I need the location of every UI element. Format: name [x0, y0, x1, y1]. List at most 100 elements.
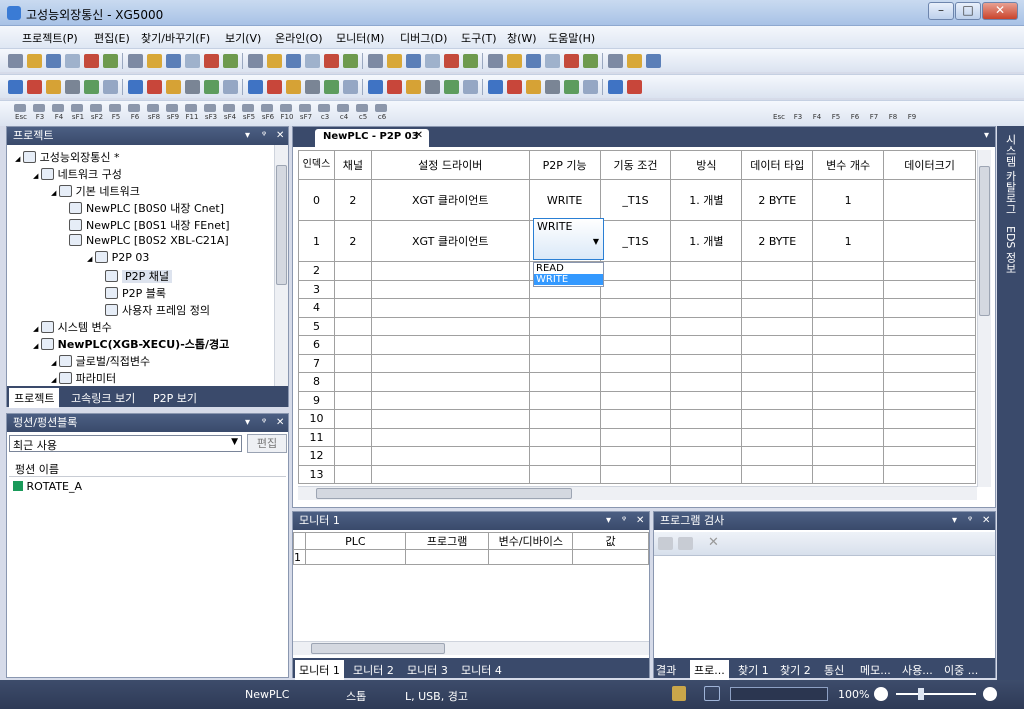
toolbar-button-icon[interactable] — [343, 80, 358, 94]
table-cell[interactable] — [812, 261, 885, 281]
table-cell[interactable] — [883, 390, 976, 410]
tab-monitor-2[interactable]: 모니터 2 — [353, 662, 394, 678]
table-row[interactable]: 6 — [298, 335, 976, 355]
table-cell[interactable] — [528, 316, 601, 336]
toolbar-button-icon[interactable] — [627, 80, 642, 94]
table-cell[interactable]: 4 — [298, 298, 335, 318]
table-row[interactable]: 13 — [298, 464, 976, 484]
ladder-tool-f5[interactable]: F5 — [827, 113, 845, 122]
close-icon[interactable]: ✕ — [982, 512, 990, 530]
table-cell[interactable]: 1 — [812, 220, 885, 262]
tree-node[interactable]: ◢ NewPLC(XGB-XECU)-스톱/경고 — [33, 336, 229, 352]
zoom-out-icon[interactable] — [874, 687, 888, 701]
toolbar-button-icon[interactable] — [305, 80, 320, 94]
table-cell[interactable] — [812, 279, 885, 299]
table-cell[interactable] — [741, 335, 814, 355]
check-tab[interactable]: 사용... — [902, 662, 933, 678]
table-cell[interactable] — [599, 298, 672, 318]
view-mode-buttons[interactable] — [730, 687, 828, 701]
table-cell[interactable] — [670, 298, 743, 318]
pin-icon[interactable]: ᵠ — [262, 127, 266, 145]
menu-view[interactable]: 보기(V) — [225, 30, 261, 46]
toolbar-button-icon[interactable] — [444, 80, 459, 94]
table-cell[interactable] — [528, 409, 601, 429]
table-cell[interactable] — [528, 298, 601, 318]
check-tab[interactable]: 이중 ... — [944, 662, 978, 678]
menu-project[interactable]: 프로젝트(P) — [22, 30, 78, 46]
tree-node[interactable]: NewPLC [B0S0 내장 Cnet] — [69, 200, 224, 216]
table-cell[interactable] — [333, 353, 372, 373]
table-cell[interactable] — [599, 335, 672, 355]
ladder-tool-icon[interactable] — [318, 104, 330, 112]
ladder-tool-f9[interactable]: F9 — [903, 113, 921, 122]
table-cell[interactable] — [599, 353, 672, 373]
table-cell[interactable] — [333, 390, 372, 410]
toolbar-button-icon[interactable] — [387, 80, 402, 94]
table-cell[interactable] — [370, 353, 530, 373]
ladder-tool-icon[interactable] — [128, 104, 140, 112]
ladder-tool-icon[interactable] — [147, 104, 159, 112]
table-cell[interactable]: 6 — [298, 335, 335, 355]
tree-expand-icon[interactable]: ◢ — [33, 325, 41, 333]
ladder-tool-sf2[interactable]: sF2 — [88, 113, 106, 122]
table-cell[interactable] — [670, 390, 743, 410]
tree-node[interactable]: P2P 블록 — [105, 285, 166, 301]
toolbar-button-icon[interactable] — [463, 54, 478, 68]
toolbar-button-icon[interactable] — [46, 80, 61, 94]
toolbar-button-icon[interactable] — [545, 54, 560, 68]
tree-node[interactable]: ◢ P2P 03 — [87, 251, 149, 264]
zoom-slider[interactable] — [896, 693, 976, 695]
table-cell[interactable]: 9 — [298, 390, 335, 410]
close-icon[interactable]: ✕ — [276, 414, 284, 432]
table-cell[interactable]: 3 — [298, 279, 335, 299]
p2p-function-combo[interactable]: WRITE ▼ — [533, 218, 604, 260]
dropdown-option-write[interactable]: WRITE — [534, 274, 603, 285]
ladder-tool-c3[interactable]: c3 — [316, 113, 334, 122]
monitor-cell[interactable] — [488, 549, 574, 565]
tree-node[interactable]: ◢ 네트워크 구성 — [33, 166, 122, 182]
table-cell[interactable] — [741, 390, 814, 410]
table-cell[interactable] — [370, 427, 530, 447]
tree-expand-icon[interactable]: ◢ — [51, 359, 59, 367]
tree-expand-icon[interactable]: ◢ — [15, 155, 23, 163]
table-cell[interactable]: 12 — [298, 446, 335, 466]
ladder-tool-icon[interactable] — [204, 104, 216, 112]
toolbar-button-icon[interactable] — [444, 54, 459, 68]
table-cell[interactable] — [883, 464, 976, 484]
table-cell[interactable] — [883, 179, 976, 221]
toolbar-button-icon[interactable] — [286, 80, 301, 94]
column-header[interactable]: 인덱스 — [298, 150, 335, 180]
toolbar-button-icon[interactable] — [185, 54, 200, 68]
scrollbar-thumb[interactable] — [311, 643, 445, 654]
table-cell[interactable] — [528, 372, 601, 392]
editor-hscrollbar[interactable] — [298, 486, 977, 500]
table-row[interactable]: 4 — [298, 298, 976, 318]
table-cell[interactable] — [812, 353, 885, 373]
ladder-tool-icon[interactable] — [299, 104, 311, 112]
close-icon[interactable]: ✕ — [415, 130, 423, 141]
toolbar-button-icon[interactable] — [8, 80, 23, 94]
table-cell[interactable] — [333, 279, 372, 299]
ladder-tool-icon[interactable] — [52, 104, 64, 112]
menu-help[interactable]: 도움말(H) — [548, 30, 595, 46]
toolbar-button-icon[interactable] — [507, 80, 522, 94]
scrollbar-thumb[interactable] — [276, 165, 287, 285]
ladder-tool-sf3[interactable]: sF3 — [202, 113, 220, 122]
menu-window[interactable]: 창(W) — [507, 30, 537, 46]
table-cell[interactable] — [812, 316, 885, 336]
ladder-tool-f6[interactable]: F6 — [846, 113, 864, 122]
ladder-tool-f6[interactable]: F6 — [126, 113, 144, 122]
table-cell[interactable] — [741, 298, 814, 318]
toolbar-button-icon[interactable] — [248, 80, 263, 94]
table-cell[interactable] — [670, 316, 743, 336]
table-cell[interactable] — [741, 372, 814, 392]
dropdown-icon[interactable]: ▾ — [245, 414, 250, 432]
toolbar-button-icon[interactable] — [204, 80, 219, 94]
tab-highspeed-link[interactable]: 고속링크 보기 — [71, 390, 135, 406]
table-cell[interactable] — [670, 446, 743, 466]
ladder-tool-icon[interactable] — [71, 104, 83, 112]
ladder-tool-f3[interactable]: F3 — [31, 113, 49, 122]
table-cell[interactable]: 10 — [298, 409, 335, 429]
dropdown-option-read[interactable]: READ — [534, 263, 603, 274]
tree-expand-icon[interactable]: ◢ — [51, 376, 59, 384]
